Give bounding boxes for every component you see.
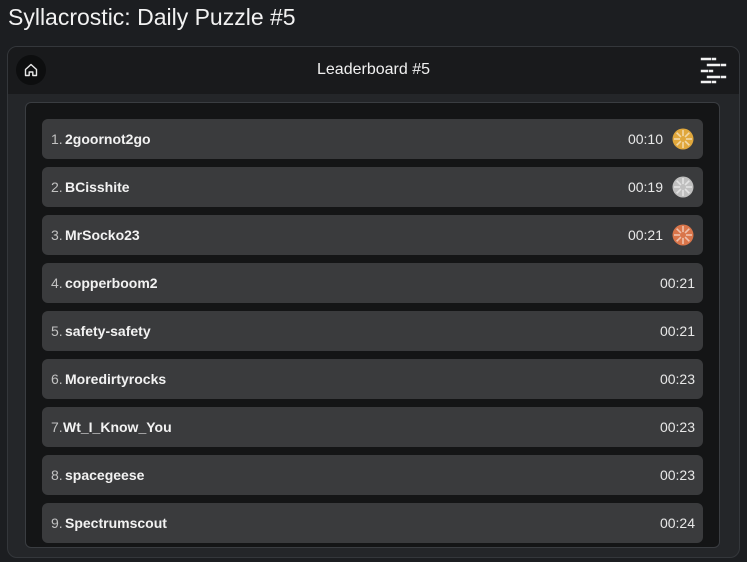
rank-number: 3. xyxy=(51,227,63,243)
menu-lines-icon xyxy=(700,57,727,84)
player-name: Moredirtyrocks xyxy=(65,371,167,387)
solve-time: 00:23 xyxy=(659,467,695,483)
page-title: Syllacrostic: Daily Puzzle #5 xyxy=(8,4,296,30)
leaderboard-row[interactable]: 7. Wt_I_Know_You 00:23 xyxy=(42,407,703,447)
solve-time: 00:21 xyxy=(659,275,695,291)
solve-time: 00:10 xyxy=(627,131,663,147)
leaderboard-row[interactable]: 9. Spectrumscout 00:24 xyxy=(42,503,703,543)
solve-time: 00:23 xyxy=(659,371,695,387)
solve-time: 00:21 xyxy=(659,323,695,339)
menu-button[interactable] xyxy=(698,55,730,85)
player-name: MrSocko23 xyxy=(65,227,140,243)
silver-medal-icon xyxy=(672,176,694,198)
rank-number: 9. xyxy=(51,515,63,531)
solve-time: 00:24 xyxy=(659,515,695,531)
rank-number: 1. xyxy=(51,131,63,147)
player-name: Wt_I_Know_You xyxy=(63,419,172,435)
rank-number: 8. xyxy=(51,467,63,483)
gold-medal-icon xyxy=(672,128,694,150)
leaderboard-row[interactable]: 3. MrSocko23 00:21 xyxy=(42,215,703,255)
leaderboard-row[interactable]: 5. safety-safety 00:21 xyxy=(42,311,703,351)
player-name: Spectrumscout xyxy=(65,515,167,531)
player-name: safety-safety xyxy=(65,323,151,339)
player-name: BCisshite xyxy=(65,179,130,195)
solve-time: 00:19 xyxy=(627,179,663,195)
player-name: copperboom2 xyxy=(65,275,158,291)
leaderboard-row[interactable]: 6. Moredirtyrocks 00:23 xyxy=(42,359,703,399)
rank-number: 2. xyxy=(51,179,63,195)
rank-number: 5. xyxy=(51,323,63,339)
rank-number: 6. xyxy=(51,371,63,387)
bronze-medal-icon xyxy=(672,224,694,246)
solve-time: 00:23 xyxy=(659,419,695,435)
leaderboard-row[interactable]: 4. copperboom2 00:21 xyxy=(42,263,703,303)
solve-time: 00:21 xyxy=(627,227,663,243)
leaderboard-title: Leaderboard #5 xyxy=(317,61,430,78)
panel-header: Leaderboard #5 xyxy=(8,47,739,94)
rank-number: 4. xyxy=(51,275,63,291)
leaderboard-row[interactable]: 2. BCisshite 00:19 xyxy=(42,167,703,207)
player-name: spacegeese xyxy=(65,467,145,483)
leaderboard-panel: Leaderboard #5 1. 2goornot2go 00:10 2. BCiss… xyxy=(7,46,740,558)
player-name: 2goornot2go xyxy=(65,131,151,147)
rank-number: 7. xyxy=(51,419,63,435)
leaderboard-list: 1. 2goornot2go 00:10 2. BCisshite 00:19 3. MrSo… xyxy=(25,102,720,548)
leaderboard-row[interactable]: 1. 2goornot2go 00:10 xyxy=(42,119,703,159)
leaderboard-row[interactable]: 8. spacegeese 00:23 xyxy=(42,455,703,495)
